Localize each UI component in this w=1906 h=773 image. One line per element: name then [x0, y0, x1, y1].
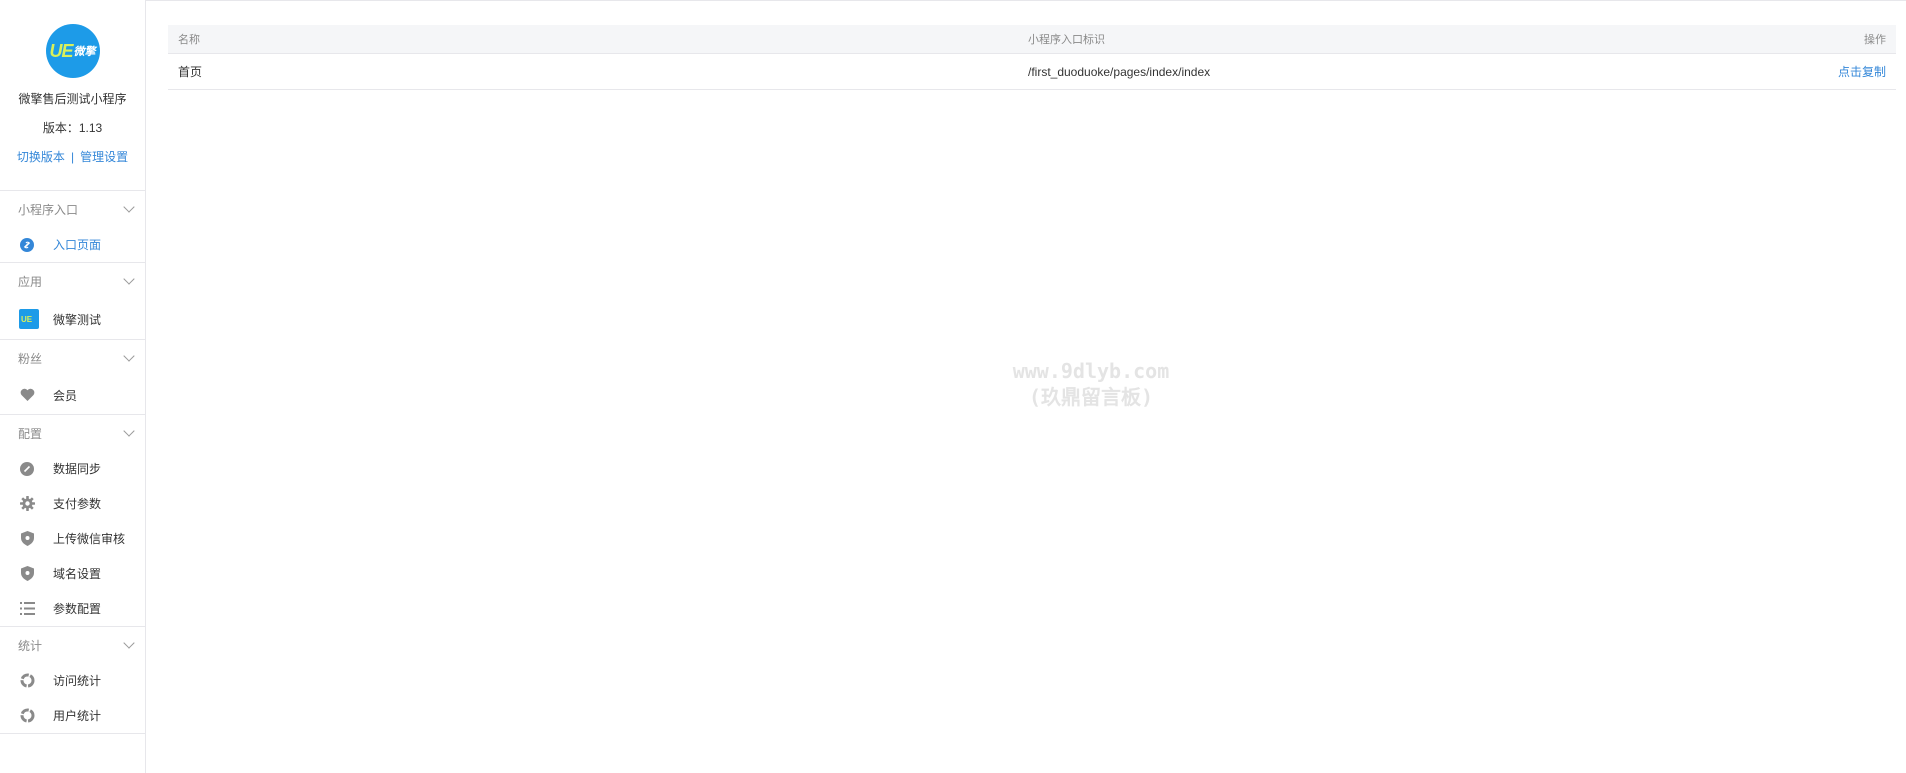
menu-group-header[interactable]: 应用 [0, 263, 145, 299]
sidebar-item-user-stats[interactable]: 用户统计 [0, 698, 145, 733]
cell-name: 首页 [178, 65, 203, 79]
menu-group-title: 应用 [18, 274, 43, 289]
sidebar-item-visit-stats[interactable]: 访问统计 [0, 663, 145, 698]
copy-link[interactable]: 点击复制 [1838, 65, 1886, 79]
ring-chart-icon [19, 673, 35, 689]
chevron-down-icon [123, 350, 135, 362]
chevron-down-icon [123, 637, 135, 649]
sidebar-item-label: 用户统计 [53, 709, 102, 723]
sidebar-item-domain-settings[interactable]: 域名设置 [0, 556, 145, 591]
menu-group-config: 配置 数据同步 支付参数 上传微信审核 域名设置 参数配置 [0, 415, 145, 627]
sidebar-item-label: 参数配置 [53, 602, 102, 616]
sidebar-item-label: 支付参数 [53, 497, 102, 511]
sync-icon [19, 461, 35, 477]
menu-group-stats: 统计 访问统计 用户统计 [0, 627, 145, 734]
link-separator: | [70, 150, 75, 164]
table-row: 首页 /first_duoduoke/pages/index/index 点击复… [168, 54, 1896, 90]
gear-icon [19, 496, 35, 512]
shield-icon [19, 531, 35, 547]
watermark: www.9dlyb.com (玖鼎留言板) [1006, 358, 1176, 410]
menu-group-apps: 应用 UE 微擎测试 [0, 263, 145, 340]
link-icon [19, 237, 35, 253]
entry-table: 名称 小程序入口标识 操作 首页 /first_duoduoke/pages/i… [168, 25, 1896, 90]
sidebar-item-label: 数据同步 [53, 462, 102, 476]
sidebar-item-label: 入口页面 [53, 238, 102, 252]
chevron-down-icon [123, 201, 135, 213]
sidebar-item-entry-page[interactable]: 入口页面 [0, 227, 145, 262]
menu-group-header[interactable]: 统计 [0, 627, 145, 663]
ring-chart-icon [19, 708, 35, 724]
switch-version-link[interactable]: 切换版本 [17, 150, 65, 164]
sidebar-item-data-sync[interactable]: 数据同步 [0, 451, 145, 486]
logo-subtext: 微擎 [73, 46, 96, 58]
menu-group-title: 配置 [18, 426, 43, 441]
column-header-action: 操作 [1864, 34, 1886, 46]
sidebar-item-wechat-review[interactable]: 上传微信审核 [0, 521, 145, 556]
sidebar-item-payment-params[interactable]: 支付参数 [0, 486, 145, 521]
watermark-site-name: (玖鼎留言板) [1028, 385, 1154, 409]
app-name: 微擎售后测试小程序 [18, 92, 127, 106]
sidebar-item-label: 域名设置 [53, 567, 102, 581]
heart-icon [19, 387, 35, 403]
app-logo-icon: UE [19, 309, 39, 329]
manage-settings-link[interactable]: 管理设置 [80, 150, 128, 164]
menu-group-header[interactable]: 小程序入口 [0, 191, 145, 227]
menu-group-title: 统计 [18, 638, 43, 653]
column-header-name: 名称 [178, 34, 200, 46]
account-profile: UE 微擎 微擎售后测试小程序 版本：1.13 切换版本 | 管理设置 [0, 24, 145, 191]
sidebar-item-members[interactable]: 会员 [0, 376, 145, 414]
cell-entry-path: /first_duoduoke/pages/index/index [1028, 64, 1211, 79]
sidebar-item-param-config[interactable]: 参数配置 [0, 591, 145, 626]
shield-icon [19, 566, 35, 582]
chevron-down-icon [123, 273, 135, 285]
cell-action: 点击复制 [1766, 63, 1896, 80]
menu-group-header[interactable]: 配置 [0, 415, 145, 451]
main-content: 名称 小程序入口标识 操作 首页 /first_duoduoke/pages/i… [146, 0, 1906, 773]
menu-group-fans: 粉丝 会员 [0, 340, 145, 415]
list-icon [19, 601, 35, 617]
sidebar-item-label: 上传微信审核 [53, 532, 126, 546]
sidebar-item-app-test[interactable]: UE 微擎测试 [0, 299, 145, 339]
menu-group-title: 粉丝 [18, 351, 43, 366]
menu-group-title: 小程序入口 [18, 202, 79, 217]
sidebar: UE 微擎 微擎售后测试小程序 版本：1.13 切换版本 | 管理设置 小程序入口 … [0, 0, 146, 773]
table-header: 名称 小程序入口标识 操作 [168, 25, 1896, 54]
menu-group-header[interactable]: 粉丝 [0, 340, 145, 376]
version-label: 版本：1.13 [42, 121, 103, 135]
app-logo: UE 微擎 [45, 24, 100, 78]
chevron-down-icon [123, 425, 135, 437]
sidebar-item-label: 微擎测试 [53, 312, 102, 327]
column-header-entry-id: 小程序入口标识 [1028, 34, 1105, 46]
watermark-url: www.9dlyb.com [1012, 359, 1170, 383]
profile-links: 切换版本 | 管理设置 [0, 148, 145, 165]
logo-text: UE [49, 40, 73, 61]
top-divider [146, 0, 1906, 1]
sidebar-item-label: 会员 [53, 388, 78, 403]
sidebar-item-label: 访问统计 [53, 674, 102, 688]
menu-group-entry: 小程序入口 入口页面 [0, 191, 145, 263]
svg-text:UE: UE [21, 315, 33, 324]
